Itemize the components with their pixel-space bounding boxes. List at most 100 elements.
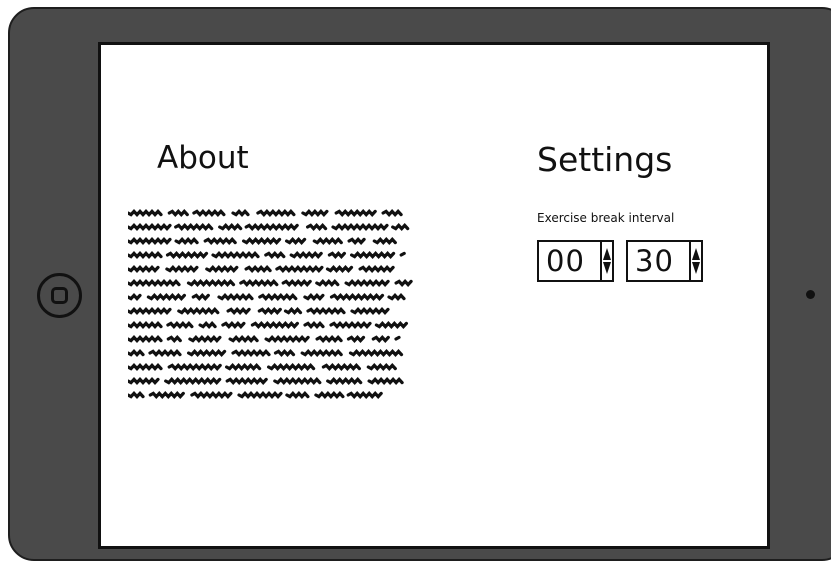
scribble-word xyxy=(128,209,163,217)
scribble-word xyxy=(367,377,404,385)
scribble-word xyxy=(281,279,312,287)
scribble-word xyxy=(301,209,329,217)
arrow-down-icon[interactable] xyxy=(603,262,611,274)
scribble-word xyxy=(350,307,390,315)
scribble-word xyxy=(128,391,145,399)
scribble-word xyxy=(273,377,322,385)
scribble-word xyxy=(174,223,214,231)
scribble-word xyxy=(164,377,222,385)
about-body-text-placeholder xyxy=(128,209,413,399)
arrow-down-icon[interactable] xyxy=(692,262,700,274)
scribble-word xyxy=(315,279,340,287)
scribble-word xyxy=(187,349,227,357)
minutes-spinner[interactable] xyxy=(689,242,701,280)
scribble-word xyxy=(306,307,346,315)
scribble-word xyxy=(167,363,222,371)
scribble-word xyxy=(174,237,199,245)
hours-spinner[interactable] xyxy=(600,242,612,280)
scribble-word xyxy=(329,293,385,301)
scribble-word xyxy=(256,209,296,217)
scribble-word xyxy=(399,251,406,257)
scribble-word xyxy=(165,265,199,273)
scribble-word xyxy=(321,363,361,371)
scribble-word xyxy=(312,237,343,245)
scribble-word xyxy=(218,223,243,231)
scribble-word xyxy=(283,307,303,315)
scribble-word xyxy=(192,209,226,217)
scribble-word xyxy=(325,265,354,273)
home-button-icon[interactable] xyxy=(37,273,82,318)
scribble-word xyxy=(166,321,194,329)
scribble-word xyxy=(264,335,310,343)
scribble-word xyxy=(186,279,236,287)
scribble-word xyxy=(188,335,222,343)
scribble-word xyxy=(128,335,163,343)
scribble-word xyxy=(346,391,383,399)
minutes-stepper[interactable]: 30 xyxy=(626,240,703,282)
scribble-word xyxy=(264,251,286,259)
scribble-word xyxy=(366,363,397,371)
scribble-word xyxy=(148,391,185,399)
scribble-word xyxy=(244,265,272,273)
scribble-word xyxy=(250,321,299,329)
app-screen: About Settings Exercise break interval 0… xyxy=(98,42,770,549)
scribble-word xyxy=(347,237,366,245)
scribble-word xyxy=(148,349,182,357)
scribble-word xyxy=(314,391,345,399)
scribble-word xyxy=(371,335,390,343)
scribble-word xyxy=(128,293,142,301)
scribble-word xyxy=(225,377,268,385)
scribble-word xyxy=(211,251,260,259)
settings-heading: Settings xyxy=(537,140,673,179)
scribble-word xyxy=(326,377,363,385)
scribble-word xyxy=(285,391,310,399)
scribble-word xyxy=(391,223,410,231)
scribble-word xyxy=(205,265,239,273)
scribble-word xyxy=(128,237,172,245)
scribble-word xyxy=(177,307,220,315)
scribble-word xyxy=(344,279,390,287)
scribble-word xyxy=(315,335,343,343)
scribble-word xyxy=(221,321,246,329)
scribble-word xyxy=(128,363,163,371)
scribble-word xyxy=(244,223,299,231)
exercise-interval-label: Exercise break interval xyxy=(537,211,675,225)
scribble-word xyxy=(267,363,316,371)
scribble-word xyxy=(242,237,282,245)
arrow-up-icon[interactable] xyxy=(603,248,611,260)
hours-value[interactable]: 00 xyxy=(539,242,600,280)
scribble-word xyxy=(394,335,401,341)
scribble-word xyxy=(350,251,396,259)
scribble-word xyxy=(198,321,217,329)
scribble-word xyxy=(146,293,186,301)
scribble-word xyxy=(190,391,233,399)
scribble-word xyxy=(331,223,389,231)
scribble-word xyxy=(258,293,298,301)
scribble-word xyxy=(381,209,403,217)
scribble-word xyxy=(128,377,160,385)
minutes-value[interactable]: 30 xyxy=(628,242,689,280)
scribble-word xyxy=(300,349,343,357)
scribble-word xyxy=(128,251,163,259)
camera-dot-icon xyxy=(806,290,815,299)
scribble-word xyxy=(334,209,377,217)
scribble-word xyxy=(285,237,307,245)
scribble-word xyxy=(358,265,395,273)
scribble-word xyxy=(346,335,366,343)
scribble-word xyxy=(228,335,259,343)
hours-stepper[interactable]: 00 xyxy=(537,240,614,282)
scribble-word xyxy=(289,251,323,259)
scribble-word xyxy=(166,335,182,343)
scribble-word xyxy=(128,307,172,315)
scribble-word xyxy=(275,265,324,273)
scribble-word xyxy=(348,349,404,357)
scribble-word xyxy=(394,279,413,287)
scribble-word xyxy=(239,279,279,287)
scribble-word xyxy=(128,223,172,231)
scribble-word xyxy=(231,349,271,357)
scribble-word xyxy=(306,223,328,231)
scribble-word xyxy=(237,391,283,399)
scribble-word xyxy=(191,293,210,301)
arrow-up-icon[interactable] xyxy=(692,248,700,260)
scribble-word xyxy=(387,293,406,301)
